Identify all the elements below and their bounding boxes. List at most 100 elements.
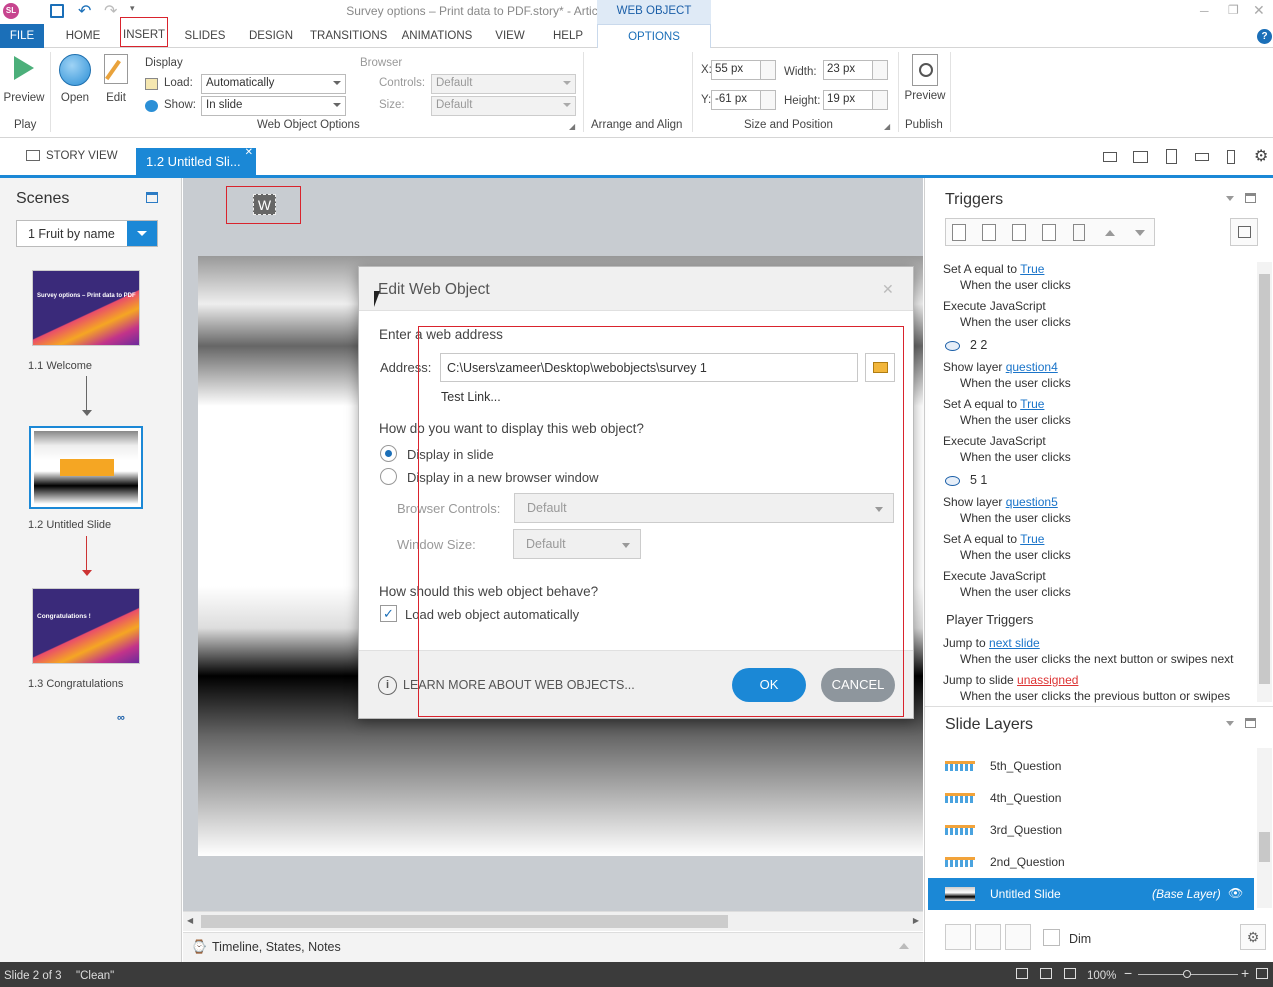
restore-icon[interactable]: ❐ [1228, 3, 1239, 17]
trigger-action[interactable]: Set A equal to True [943, 532, 1044, 546]
delete-layer-icon[interactable] [1005, 924, 1031, 950]
paste-trigger-icon[interactable] [1042, 224, 1056, 241]
tab-insert[interactable]: INSERT [120, 17, 168, 47]
trigger-condition[interactable]: When the user clicks [960, 548, 1071, 562]
fit-icon[interactable] [1064, 968, 1076, 979]
duplicate-layer-icon[interactable] [975, 924, 1001, 950]
minimize-icon[interactable]: ─ [1200, 4, 1209, 18]
slide-label-1[interactable]: 1.1 Welcome [28, 360, 92, 372]
trigger-condition[interactable]: When the user clicks [960, 315, 1071, 329]
settings-gear-icon[interactable]: ⚙ [1254, 146, 1268, 166]
x-input[interactable]: 55 px [711, 60, 761, 80]
height-input[interactable]: 19 px [823, 90, 873, 110]
scene-dropdown[interactable]: 1 Fruit by name [16, 220, 158, 247]
trigger-condition[interactable]: When the user clicks [960, 376, 1071, 390]
chevron-down-icon[interactable] [127, 221, 157, 246]
trigger-condition[interactable]: When the user clicks the previous button… [960, 689, 1230, 703]
tab-file[interactable]: FILE [0, 24, 44, 48]
trigger-link[interactable]: question4 [1006, 360, 1058, 374]
trigger-wizard-icon[interactable] [1230, 218, 1258, 246]
horizontal-scrollbar[interactable]: ◀ ▶ [183, 911, 923, 931]
arrange-align-group-label[interactable]: Arrange and Align [591, 119, 682, 131]
tab-story-view[interactable]: STORY VIEW [16, 148, 126, 174]
tab-active-slide[interactable]: 1.2 Untitled Sli... ✕ [136, 147, 256, 175]
edit-trigger-icon[interactable] [982, 224, 996, 241]
triggers-scrollbar[interactable] [1257, 262, 1272, 702]
width-spinner[interactable] [872, 60, 888, 80]
trigger-condition[interactable]: When the user clicks the next button or … [960, 652, 1233, 666]
trigger-condition[interactable]: When the user clicks [960, 585, 1071, 599]
normal-view-icon[interactable] [1016, 968, 1028, 979]
layers-scrollbar[interactable] [1257, 748, 1272, 908]
open-button[interactable]: Open [56, 54, 94, 106]
width-input[interactable]: 23 px [823, 60, 873, 80]
y-input[interactable]: -61 px [711, 90, 761, 110]
layer-item[interactable]: 3rd_Question [925, 815, 1255, 843]
trigger-link[interactable]: True [1020, 532, 1044, 546]
browser-controls-select[interactable]: Default [431, 74, 576, 94]
base-layer-row[interactable]: Untitled Slide (Base Layer) 👁 [928, 878, 1254, 910]
trigger-action[interactable]: Show layer question4 [943, 360, 1058, 374]
triggers-popout-icon[interactable] [1245, 193, 1256, 203]
slide-thumb-3[interactable]: Congratulations ! [32, 588, 140, 664]
layer-item[interactable]: 2nd_Question [925, 847, 1255, 875]
triggers-collapse-icon[interactable] [1226, 196, 1234, 201]
radio-new-window[interactable] [380, 468, 397, 485]
delete-trigger-icon[interactable] [1073, 224, 1085, 241]
slide-sorter-icon[interactable] [1040, 968, 1052, 979]
fit-window-icon[interactable] [1256, 968, 1268, 979]
trigger-action[interactable]: Jump to slide unassigned [943, 673, 1078, 687]
help-icon[interactable]: ? [1257, 29, 1272, 44]
trigger-object-header[interactable]: 2 2 [945, 338, 987, 352]
trigger-action[interactable]: Set A equal to True [943, 262, 1044, 276]
browser-size-select[interactable]: Default [431, 96, 576, 116]
radio-display-in-slide[interactable] [380, 445, 397, 462]
expand-timeline-icon[interactable] [899, 943, 909, 949]
new-trigger-icon[interactable] [952, 224, 966, 241]
web-object-placeholder[interactable]: W [253, 194, 276, 215]
trigger-condition[interactable]: When the user clicks [960, 511, 1071, 525]
desktop-view-icon[interactable] [1103, 152, 1117, 162]
tab-view[interactable]: VIEW [490, 24, 530, 48]
tab-slides[interactable]: SLIDES [182, 24, 228, 48]
timeline-bar[interactable]: ⌚ Timeline, States, Notes [183, 932, 923, 962]
dialog-close-icon[interactable]: ✕ [882, 281, 894, 298]
link-icon[interactable]: ∞ [117, 712, 125, 724]
trigger-link[interactable]: next slide [989, 636, 1040, 650]
edit-button[interactable]: Edit [100, 54, 132, 106]
y-spinner[interactable] [760, 90, 776, 110]
trigger-link[interactable]: True [1020, 397, 1044, 411]
dim-checkbox[interactable] [1043, 929, 1060, 946]
tab-help[interactable]: HELP [546, 24, 590, 48]
layers-popout-icon[interactable] [1245, 718, 1256, 728]
visibility-eye-icon[interactable]: 👁 [1228, 886, 1243, 900]
dialog-launcher-icon[interactable]: ◢ [569, 122, 575, 131]
new-layer-icon[interactable] [945, 924, 971, 950]
close-tab-icon[interactable]: ✕ [245, 139, 253, 166]
publish-preview-button[interactable]: Preview [903, 54, 947, 110]
trigger-action[interactable]: Set A equal to True [943, 397, 1044, 411]
tab-design[interactable]: DESIGN [244, 24, 298, 48]
x-spinner[interactable] [760, 60, 776, 80]
tab-options[interactable]: OPTIONS [597, 24, 711, 48]
layer-item[interactable]: 5th_Question [925, 751, 1255, 779]
tablet-landscape-icon[interactable] [1133, 151, 1148, 163]
trigger-condition[interactable]: When the user clicks [960, 278, 1071, 292]
trigger-link[interactable]: unassigned [1017, 673, 1078, 687]
height-spinner[interactable] [872, 90, 888, 110]
size-dialog-launcher-icon[interactable]: ◢ [884, 122, 890, 131]
move-up-icon[interactable] [1105, 230, 1115, 236]
show-select[interactable]: In slide [201, 96, 346, 116]
layer-settings-gear-icon[interactable]: ⚙ [1240, 924, 1266, 950]
tab-transitions[interactable]: TRANSITIONS [310, 24, 387, 48]
trigger-link[interactable]: question5 [1006, 495, 1058, 509]
zoom-slider[interactable] [1138, 970, 1238, 978]
slide-thumb-2[interactable] [29, 426, 143, 509]
slide-thumb-1[interactable]: Survey options – Print data to PDF [32, 270, 140, 346]
trigger-object-header[interactable]: 5 1 [945, 473, 987, 487]
copy-trigger-icon[interactable] [1012, 224, 1026, 241]
trigger-action[interactable]: Execute JavaScript [943, 434, 1046, 448]
preview-play-button[interactable]: Preview [3, 54, 45, 106]
trigger-action[interactable]: Execute JavaScript [943, 569, 1046, 583]
trigger-condition[interactable]: When the user clicks [960, 413, 1071, 427]
